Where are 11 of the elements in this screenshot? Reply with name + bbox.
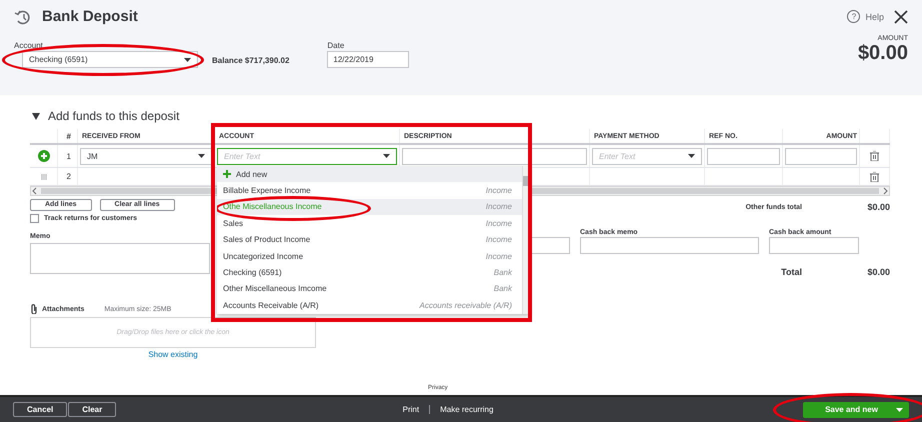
amount-value: $0.00 [858, 42, 908, 64]
column-header: # [58, 129, 78, 143]
balance-text: Balance $717,390.02 [212, 56, 290, 65]
row-number: 2 [58, 168, 78, 185]
window-title: Bank Deposit [42, 8, 138, 25]
row-number: 1 [58, 145, 78, 167]
field-label: Date [327, 41, 346, 50]
total-value: $0.00 [866, 202, 890, 212]
total-value: $0.00 [866, 267, 890, 277]
field-label: Account [14, 41, 44, 50]
total-label: Total [781, 267, 802, 277]
